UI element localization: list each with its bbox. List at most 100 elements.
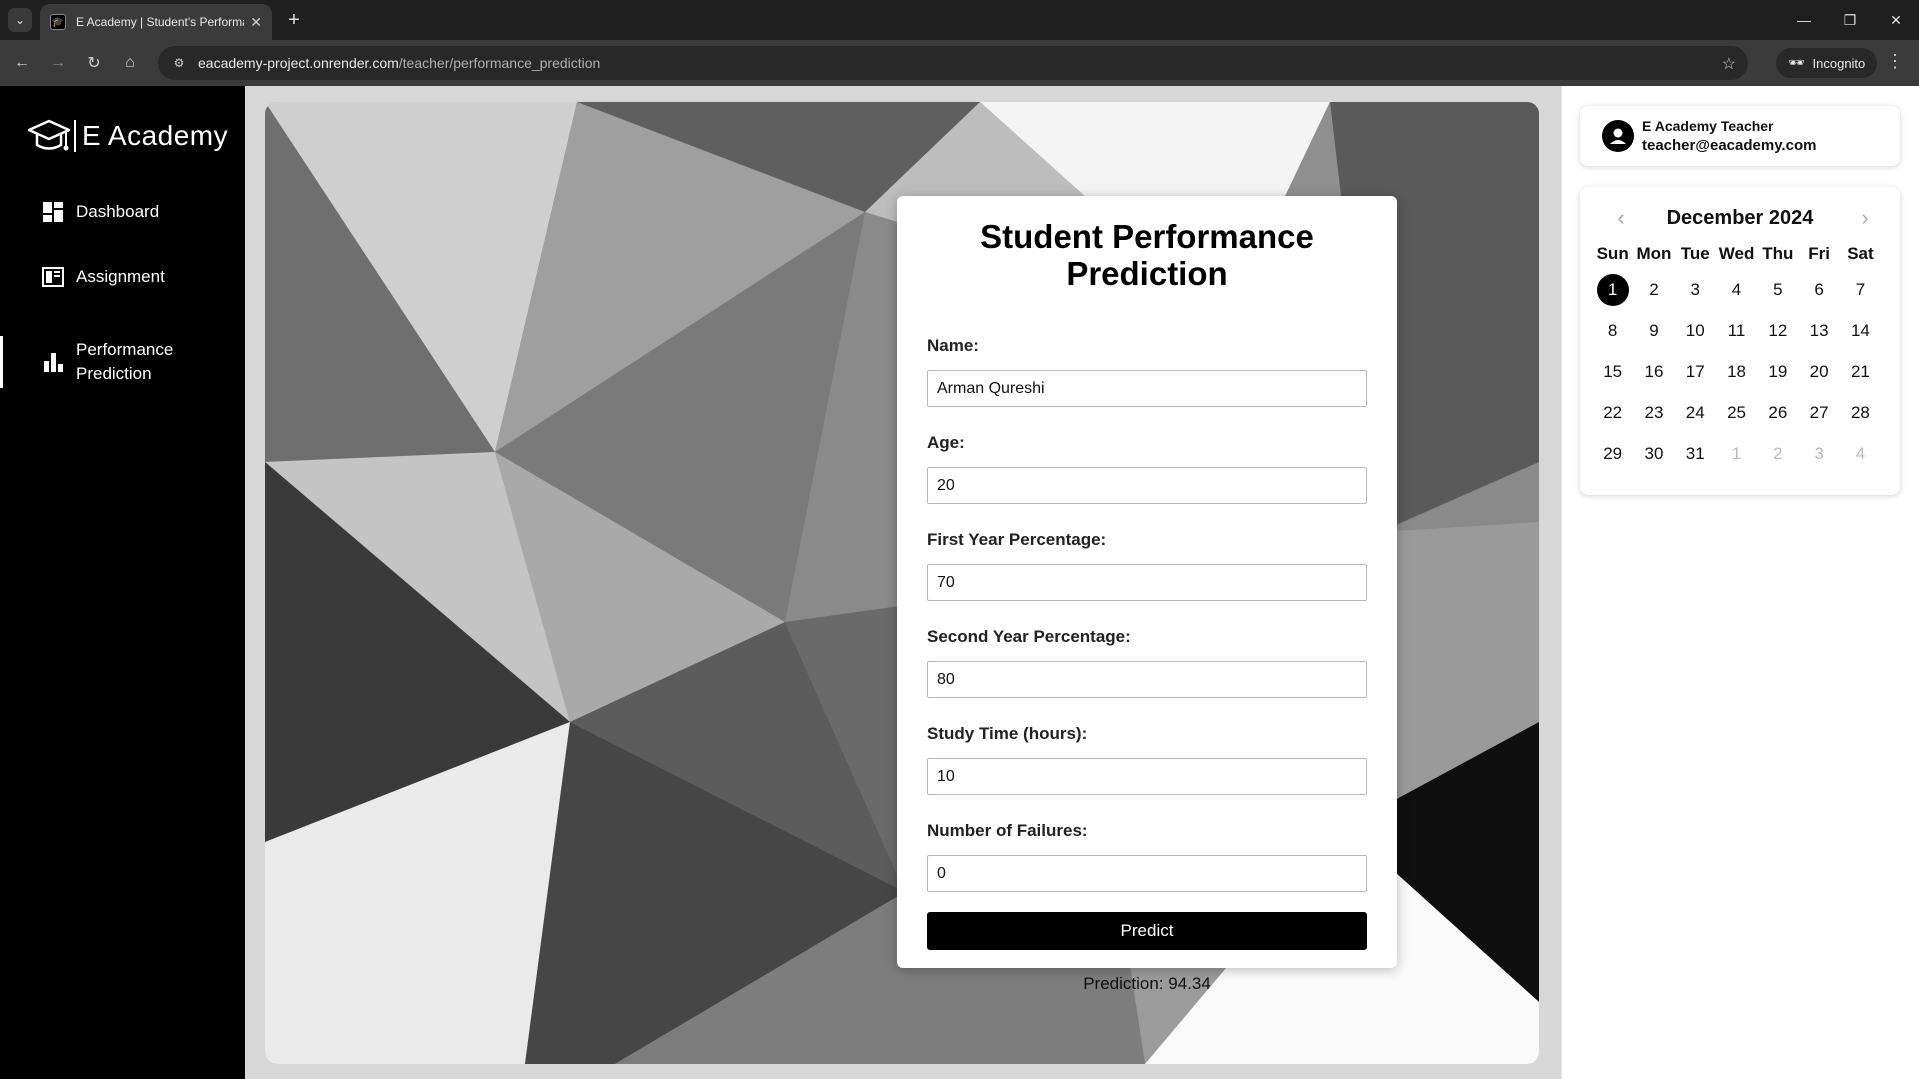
calendar-day[interactable]: 19 bbox=[1757, 351, 1798, 392]
calendar-day[interactable]: 4 bbox=[1716, 269, 1757, 310]
name-input[interactable] bbox=[927, 370, 1367, 407]
calendar-day-number: 30 bbox=[1644, 443, 1664, 463]
incognito-badge[interactable]: 🕶 Incognito bbox=[1776, 48, 1878, 78]
calendar-weekday: Sat bbox=[1847, 244, 1874, 263]
calendar-weekday: Wed bbox=[1718, 244, 1755, 263]
calendar-day[interactable]: 16 bbox=[1633, 351, 1674, 392]
forward-icon[interactable]: → bbox=[46, 51, 70, 75]
sidebar-item-dashboard[interactable]: Dashboard bbox=[0, 192, 245, 232]
age-input[interactable] bbox=[927, 467, 1367, 504]
url-text: eacademy-project.onrender.com/teacher/pe… bbox=[198, 55, 600, 71]
prediction-result: Prediction: 94.34 bbox=[1083, 974, 1211, 993]
profile-card[interactable]: E Academy Teacher teacher@eacademy.com bbox=[1580, 106, 1900, 166]
calendar-day[interactable]: 10 bbox=[1675, 310, 1716, 351]
minimize-icon[interactable]: — bbox=[1781, 0, 1827, 40]
sidebar-item-label: Performance Prediction bbox=[76, 338, 173, 386]
calendar-day[interactable]: 6 bbox=[1798, 269, 1839, 310]
calendar-day[interactable]: 20 bbox=[1798, 351, 1839, 392]
calendar-day[interactable]: 7 bbox=[1840, 269, 1881, 310]
calendar-day-number: 10 bbox=[1685, 320, 1705, 340]
url-path: /teacher/performance_prediction bbox=[398, 55, 601, 71]
calendar-day-number: 12 bbox=[1768, 320, 1788, 340]
bar-chart-icon bbox=[44, 353, 63, 372]
calendar-day[interactable]: 18 bbox=[1716, 351, 1757, 392]
assignment-icon bbox=[42, 267, 64, 287]
sidebar-item-label: Dashboard bbox=[76, 202, 160, 221]
calendar-day-number: 14 bbox=[1850, 320, 1870, 340]
calendar-day-number: 21 bbox=[1850, 361, 1870, 381]
first-year-percentage-input[interactable] bbox=[927, 564, 1367, 601]
calendar-day[interactable]: 14 bbox=[1840, 310, 1881, 351]
calendar-day-number: 8 bbox=[1607, 320, 1618, 340]
calendar-day[interactable]: 1 bbox=[1716, 433, 1757, 474]
failures-input[interactable] bbox=[927, 855, 1367, 892]
calendar-day[interactable]: 3 bbox=[1675, 269, 1716, 310]
right-panel: E Academy Teacher teacher@eacademy.com D… bbox=[1561, 86, 1919, 1079]
calendar-day-number: 23 bbox=[1644, 402, 1664, 422]
calendar-day-today[interactable]: 1 bbox=[1592, 269, 1633, 310]
sidebar-item-performance-prediction[interactable]: Performance Prediction bbox=[0, 336, 245, 388]
calendar-day-number: 17 bbox=[1685, 361, 1705, 381]
calendar-day[interactable]: 31 bbox=[1675, 433, 1716, 474]
address-bar[interactable]: ⚙ eacademy-project.onrender.com/teacher/… bbox=[158, 46, 1748, 80]
calendar-day-number: 1 bbox=[1596, 273, 1629, 306]
study-time-input[interactable] bbox=[927, 758, 1367, 795]
new-tab-button[interactable]: + bbox=[282, 8, 306, 32]
graduation-cap-icon bbox=[27, 119, 71, 151]
sidebar-item-assignment[interactable]: Assignment bbox=[0, 257, 245, 297]
calendar-day-number: 2 bbox=[1649, 279, 1659, 299]
calendar-day[interactable]: 3 bbox=[1798, 433, 1839, 474]
home-icon[interactable]: ⌂ bbox=[118, 51, 142, 75]
calendar-day[interactable]: 30 bbox=[1633, 433, 1674, 474]
calendar-day[interactable]: 5 bbox=[1757, 269, 1798, 310]
calendar-widget: December 2024 ‹ › Sun Mon Tue Wed Thu Fri Sat 1… bbox=[1580, 187, 1900, 495]
first-year-percentage-label: First Year Percentage: bbox=[927, 530, 1107, 549]
calendar-day[interactable]: 23 bbox=[1633, 392, 1674, 433]
calendar-day[interactable]: 26 bbox=[1757, 392, 1798, 433]
restore-icon[interactable]: ❐ bbox=[1827, 0, 1873, 40]
calendar-day[interactable]: 17 bbox=[1675, 351, 1716, 392]
calendar-day[interactable]: 12 bbox=[1757, 310, 1798, 351]
calendar-day[interactable]: 4 bbox=[1840, 433, 1881, 474]
calendar-day[interactable]: 13 bbox=[1798, 310, 1839, 351]
calendar-day-number: 4 bbox=[1731, 279, 1742, 299]
calendar-day-number: 26 bbox=[1768, 402, 1788, 422]
calendar-day-number: 31 bbox=[1685, 443, 1705, 463]
chevron-right-icon[interactable]: › bbox=[1850, 203, 1880, 233]
app-logo[interactable]: E Academy bbox=[26, 116, 228, 156]
calendar-day-number: 15 bbox=[1603, 361, 1623, 381]
reload-icon[interactable]: ↻ bbox=[82, 51, 106, 75]
calendar-day[interactable]: 28 bbox=[1840, 392, 1881, 433]
close-tab-icon[interactable]: ✕ bbox=[250, 14, 262, 31]
browser-tab[interactable]: 🎓 E Academy | Student's Performance Pred… bbox=[40, 4, 272, 40]
close-window-icon[interactable]: ✕ bbox=[1873, 0, 1919, 40]
calendar-day[interactable]: 24 bbox=[1675, 392, 1716, 433]
incognito-label: Incognito bbox=[1812, 55, 1866, 71]
calendar-day-number: 19 bbox=[1768, 361, 1788, 381]
calendar-day[interactable]: 2 bbox=[1757, 433, 1798, 474]
calendar-day[interactable]: 25 bbox=[1716, 392, 1757, 433]
user-avatar-icon bbox=[1602, 120, 1634, 152]
predict-button[interactable]: Predict bbox=[927, 912, 1367, 950]
calendar-day[interactable]: 9 bbox=[1633, 310, 1674, 351]
calendar-day[interactable]: 22 bbox=[1592, 392, 1633, 433]
calendar-day-number: 4 bbox=[1855, 443, 1866, 463]
second-year-percentage-input[interactable] bbox=[927, 661, 1367, 698]
calendar-day[interactable]: 11 bbox=[1716, 310, 1757, 351]
back-icon[interactable]: ← bbox=[10, 51, 34, 75]
calendar-day[interactable]: 21 bbox=[1840, 351, 1881, 392]
browser-toolbar: ← → ↻ ⌂ ⚙ eacademy-project.onrender.com/… bbox=[0, 40, 1919, 86]
calendar-day[interactable]: 15 bbox=[1592, 351, 1633, 392]
browser-menu-icon[interactable]: ⋮ bbox=[1886, 51, 1904, 72]
calendar-header: December 2024 ‹ › bbox=[1580, 203, 1900, 233]
calendar-day[interactable]: 8 bbox=[1592, 310, 1633, 351]
calendar-day-number: 25 bbox=[1727, 402, 1746, 422]
chevron-left-icon[interactable]: ‹ bbox=[1606, 203, 1636, 233]
calendar-day[interactable]: 27 bbox=[1798, 392, 1839, 433]
calendar-day[interactable]: 2 bbox=[1633, 269, 1674, 310]
calendar-day-number: 22 bbox=[1603, 402, 1623, 422]
bookmark-star-icon[interactable]: ☆ bbox=[1722, 54, 1736, 74]
tab-search-button[interactable]: ⌄ bbox=[8, 8, 32, 32]
calendar-day[interactable]: 29 bbox=[1592, 433, 1633, 474]
site-info-icon[interactable]: ⚙ bbox=[170, 54, 188, 72]
